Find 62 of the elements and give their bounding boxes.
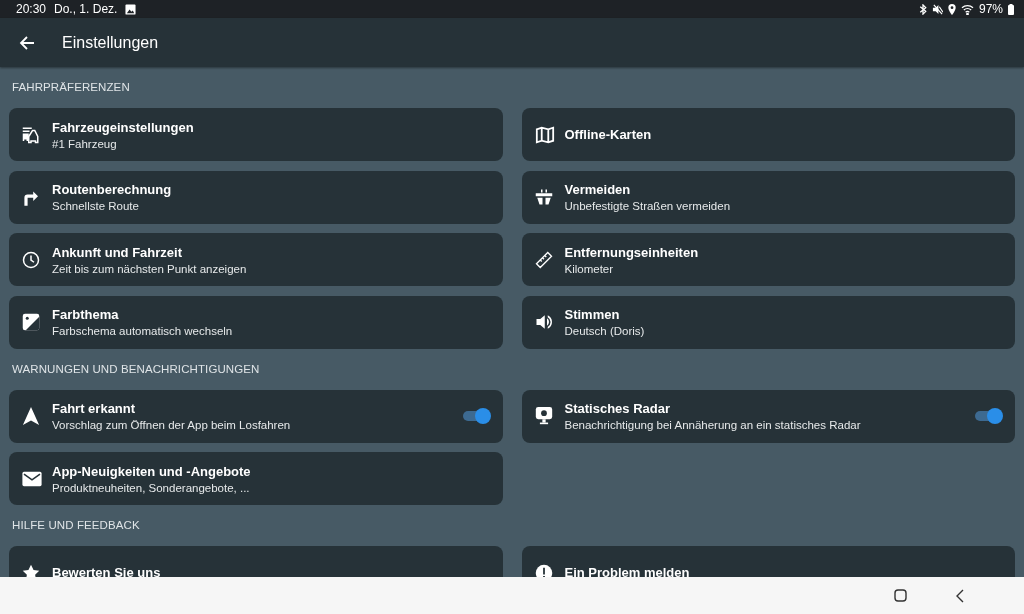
item-subtitle: Vorschlag zum Öffnen der App beim Losfahren (52, 419, 292, 431)
item-subtitle: Unbefestigte Straßen vermeiden (564, 200, 732, 212)
item-subtitle: Kilometer (564, 262, 615, 275)
status-date: Do., 1. Dez. (54, 2, 118, 16)
battery-icon (1008, 3, 1014, 15)
speaker-icon (534, 313, 553, 331)
item-subtitle: Produktneuheiten, Sonderangebote, ... (52, 481, 251, 494)
theme-icon (22, 313, 40, 331)
mail-icon (22, 470, 42, 487)
item-title: Routenberechnung (52, 182, 173, 197)
settings-item[interactable]: Fahrzeugeinstellungen #1 Fahrzeug (9, 108, 503, 161)
car-icon (22, 125, 40, 144)
item-title: Entfernungseinheiten (564, 244, 700, 260)
item-title: Vermeiden (564, 182, 632, 197)
clock-icon (22, 250, 40, 269)
settings-item[interactable]: Statisches Radar Benachrichtigung bei Annäherung an ein statisches Radar (521, 389, 1015, 443)
settings-item[interactable]: Entfernungseinheiten Kilometer (521, 233, 1015, 286)
navigation-arrow-icon (22, 406, 40, 426)
mute-icon (931, 3, 943, 15)
settings-item[interactable]: Farbthema Farbschema automatisch wechseln (9, 295, 503, 349)
item-title: Ankunft und Fahrzeit (52, 244, 183, 260)
item-subtitle: Deutsch (Doris) (564, 325, 646, 337)
item-title: Statisches Radar (564, 401, 671, 416)
item-title: Stimmen (564, 307, 621, 322)
map-icon (534, 125, 555, 144)
battery-percent: 97% (978, 2, 1003, 16)
settings-item[interactable]: Ankunft und Fahrzeit Zeit bis zum nächsten Punkt anzeigen (9, 233, 503, 286)
item-title: App-Neuigkeiten und -Angebote (52, 463, 252, 479)
item-title: Fahrzeugeinstellungen (52, 119, 195, 135)
settings-item[interactable]: Vermeiden Unbefestigte Straßen vermeiden (521, 170, 1015, 224)
toggle-switch[interactable] (973, 408, 1003, 424)
section-header: FAHRPRÄFERENZEN (11, 80, 131, 95)
image-icon (125, 3, 137, 15)
wifi-icon (960, 3, 974, 15)
location-icon (947, 3, 956, 15)
settings-item[interactable]: Bewerten Sie uns (9, 546, 503, 577)
highway-icon (534, 188, 553, 206)
back-button[interactable] (955, 588, 964, 603)
item-title: Fahrt erkannt (52, 401, 137, 416)
home-button[interactable] (894, 589, 907, 602)
settings-item[interactable]: Offline-Karten (521, 108, 1015, 161)
radar-camera-icon (534, 406, 553, 426)
item-subtitle: Benachrichtigung bei Annäherung an ein statisches Radar (564, 419, 862, 431)
item-subtitle: Schnellste Route (52, 200, 140, 212)
settings-item[interactable]: Ein Problem melden (521, 546, 1015, 577)
settings-item[interactable]: Stimmen Deutsch (Doris) (521, 295, 1015, 349)
settings-item[interactable]: Fahrt erkannt Vorschlag zum Öffnen der App beim Losfahren (9, 389, 503, 443)
item-title: Farbthema (52, 307, 120, 322)
section-header: HILFE UND FEEDBACK (11, 518, 141, 533)
settings-item[interactable]: App-Neuigkeiten und -Angebote Produktneuheiten, Sonderangebote, ... (9, 452, 503, 505)
item-title: Ein Problem melden (564, 565, 691, 577)
item-title: Offline-Karten (564, 127, 653, 142)
item-title: Bewerten Sie uns (52, 565, 162, 577)
item-subtitle: Farbschema automatisch wechseln (52, 325, 234, 337)
ruler-icon (534, 250, 553, 269)
status-time: 20:30 (16, 2, 47, 16)
item-subtitle: #1 Fahrzeug (52, 137, 118, 150)
bluetooth-icon (918, 3, 927, 15)
page-title: Einstellungen (62, 33, 159, 52)
section-header: WARNUNGEN UND BENACHRICHTIGUNGEN (11, 361, 261, 377)
settings-item[interactable]: Routenberechnung Schnellste Route (9, 170, 503, 224)
item-subtitle: Zeit bis zum nächsten Punkt anzeigen (52, 262, 248, 275)
